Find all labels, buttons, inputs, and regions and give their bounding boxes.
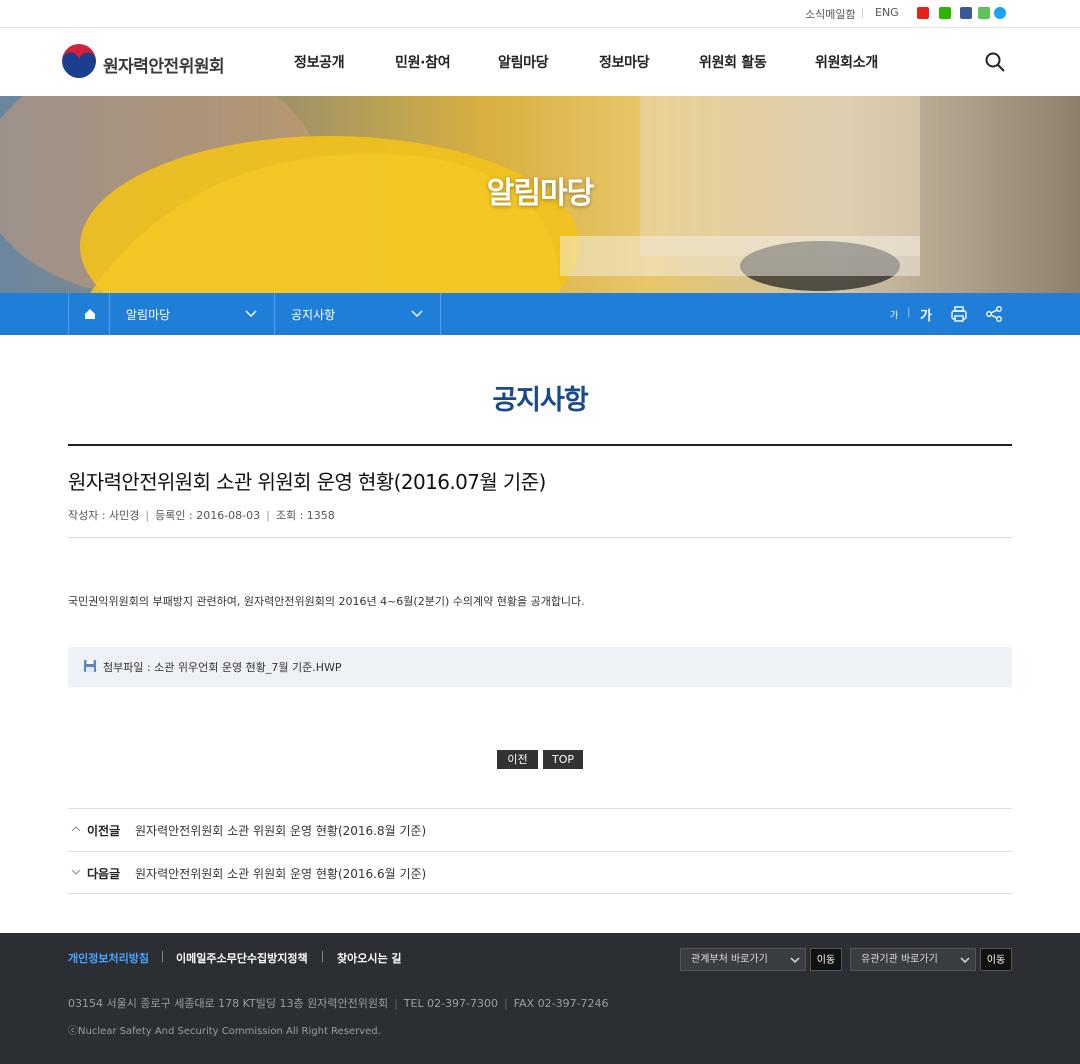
page-title: 공지사항 <box>492 385 588 416</box>
hero-banner: 알림마당 <box>0 96 1080 293</box>
title-divider <box>68 444 1012 446</box>
search-icon[interactable] <box>985 52 1005 72</box>
nav-divider <box>68 851 1012 852</box>
post-title: 원자력안전위원회 소관 위원회 운영 현황(2016.07월 기준) <box>68 470 546 494</box>
home-icon <box>85 309 95 319</box>
nav-divider <box>68 808 1012 809</box>
site-footer: 개인정보처리방침 이메일주소무단수집방지정책 찾아오시는 길 관계부처 바로가기… <box>0 933 1080 1064</box>
footer-divider <box>322 951 323 962</box>
chevron-down-icon <box>411 310 423 317</box>
chevron-up-icon <box>71 826 81 832</box>
prev-post-label: 이전글 <box>87 824 121 838</box>
breadcrumb-depth1-label: 알림마당 <box>126 308 171 322</box>
youtube-icon[interactable] <box>917 7 929 19</box>
next-post-link[interactable]: 원자력안전위원회 소관 위원회 운영 현황(2016.6월 기준) <box>135 865 426 882</box>
top-button[interactable]: TOP <box>543 750 583 769</box>
privacy-policy-link[interactable]: 개인정보처리방침 <box>68 950 149 966</box>
chevron-down-icon <box>245 310 257 317</box>
twitter-icon[interactable] <box>994 7 1006 19</box>
site-header: 원자력안전위원회 정보공개 민원·참여 알림마당 정보마당 위원회 활동 위원회… <box>0 28 1080 96</box>
gnb-item-committee-activity[interactable]: 위원회 활동 <box>699 52 767 72</box>
breadcrumb-depth2-dropdown[interactable]: 공지사항 <box>275 293 441 335</box>
meta-divider <box>68 537 1012 538</box>
footer-address-text: 03154 서울시 종로구 세종대로 178 KT빌딩 13층 원자력안전위원회 <box>68 997 389 1010</box>
gnb-item-committee-intro[interactable]: 위원회소개 <box>815 52 878 72</box>
related-agency-select[interactable]: 유관기관 바로가기 <box>850 948 976 971</box>
nav-divider <box>68 893 1012 894</box>
post-views: 조회 : 1358 <box>275 509 335 522</box>
next-post-label: 다음글 <box>87 867 121 881</box>
post-meta: 작성자 : 사민경 | 등록인 : 2016-08-03 | 조회 : 1358 <box>68 509 335 522</box>
home-button[interactable] <box>68 293 110 335</box>
attachment-box: 첨부파일 : 소관 위우언회 운영 현황_7월 기준.HWP <box>68 647 1012 687</box>
font-size-decrease-button[interactable]: 가 <box>890 308 898 321</box>
related-agency-select-value: 유관기관 바로가기 <box>861 954 938 965</box>
post-date: 등록인 : 2016-08-03 <box>155 509 261 522</box>
breadcrumb-depth1-dropdown[interactable]: 알림마당 <box>110 293 275 335</box>
font-size-divider: | <box>907 307 911 318</box>
hero-title: 알림마당 <box>486 176 594 211</box>
chevron-down-icon <box>71 869 81 875</box>
utility-divider <box>862 8 863 18</box>
chevron-down-icon <box>960 957 970 964</box>
prev-button[interactable]: 이전 <box>497 750 538 769</box>
gnb-item-information[interactable]: 정보마당 <box>599 52 650 72</box>
related-ministry-go-button[interactable]: 이동 <box>810 948 842 971</box>
share-icon[interactable] <box>985 305 1003 323</box>
email-policy-link[interactable]: 이메일주소무단수집방지정책 <box>176 950 308 966</box>
footer-tel: TEL 02-397-7300 <box>403 997 499 1010</box>
footer-address: 03154 서울시 종로구 세종대로 178 KT빌딩 13층 원자력안전위원회… <box>68 997 609 1010</box>
footer-copyright: ⓒNuclear Safety And Security Commission … <box>68 1026 381 1037</box>
prev-post-link[interactable]: 원자력안전위원회 소관 위원회 운영 현황(2016.8월 기준) <box>135 822 426 839</box>
related-ministry-select[interactable]: 관계부처 바로가기 <box>680 948 806 971</box>
post-body: 국민권익위원회의 부패방지 관련하여, 원자력안전위원회의 2016년 4~6월… <box>68 595 585 608</box>
newsletter-link[interactable]: 소식메일함 <box>805 6 856 22</box>
font-size-increase-button[interactable]: 가 <box>920 305 932 324</box>
kakao-icon[interactable] <box>978 7 990 19</box>
gnb-item-info-disclosure[interactable]: 정보공개 <box>294 52 345 72</box>
post-author: 작성자 : 사민경 <box>68 509 140 522</box>
blog-icon[interactable] <box>939 7 951 19</box>
related-ministry-select-value: 관계부처 바로가기 <box>691 954 768 965</box>
site-logo-text[interactable]: 원자력안전위원회 <box>103 52 225 77</box>
print-icon[interactable] <box>950 305 968 323</box>
utility-bar: 소식메일함 ENG <box>0 0 1080 28</box>
save-disk-icon <box>84 660 96 672</box>
footer-divider <box>162 951 163 962</box>
gnb-item-notices[interactable]: 알림마당 <box>498 52 549 72</box>
facebook-icon[interactable] <box>960 7 972 19</box>
attachment-link[interactable]: 첨부파일 : 소관 위우언회 운영 현황_7월 기준.HWP <box>103 659 342 675</box>
directions-link[interactable]: 찾아오시는 길 <box>337 950 402 966</box>
footer-fax: FAX 02-397-7246 <box>513 997 609 1010</box>
chevron-down-icon <box>790 957 800 964</box>
related-agency-go-button[interactable]: 이동 <box>980 948 1012 971</box>
location-bar: 알림마당 공지사항 가 | 가 <box>0 293 1080 335</box>
breadcrumb-depth2-label: 공지사항 <box>291 308 336 322</box>
gnb-item-civil-participation[interactable]: 민원·참여 <box>395 52 451 72</box>
government-logo-icon[interactable] <box>62 44 96 78</box>
english-link[interactable]: ENG <box>875 6 899 19</box>
